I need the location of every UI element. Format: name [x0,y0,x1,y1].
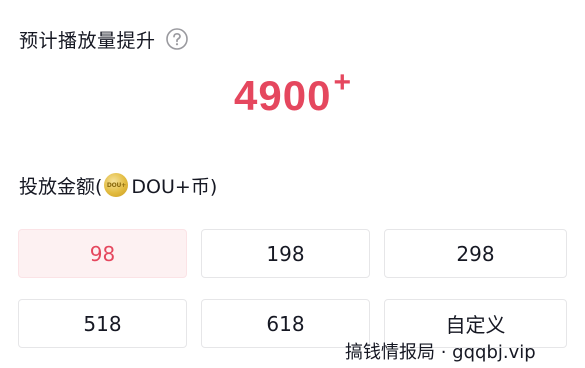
estimated-plays-plus: + [333,66,351,99]
amount-label-suffix: DOU+币) [131,175,218,198]
coin-text: DOU+ [106,181,127,189]
option-label: 198 [266,241,305,266]
watermark-text: 搞钱情报局 · gqqbj.vip [345,342,536,363]
amount-label-row: 投放金额( DOU+ DOU+币) [19,170,217,200]
amount-option-518[interactable]: 518 [18,299,187,348]
amount-option-198[interactable]: 198 [201,229,370,278]
option-label: 298 [456,241,495,266]
estimated-plays-number: 4900 [234,72,332,119]
amount-option-98[interactable]: 98 [18,229,187,278]
dou-coin-icon: DOU+ [104,173,129,197]
amount-label-prefix: 投放金额( [19,175,103,198]
option-label: 618 [266,311,305,336]
estimate-title: 预计播放量提升 [19,29,156,52]
estimated-plays-value: 4900+ [0,66,585,120]
amount-option-298[interactable]: 298 [384,229,567,278]
option-label: 自定义 [445,313,506,337]
question-circle-icon[interactable] [165,28,188,50]
option-label: 98 [89,241,116,266]
estimate-title-row: 预计播放量提升 [19,24,188,54]
option-label: 518 [83,311,122,336]
